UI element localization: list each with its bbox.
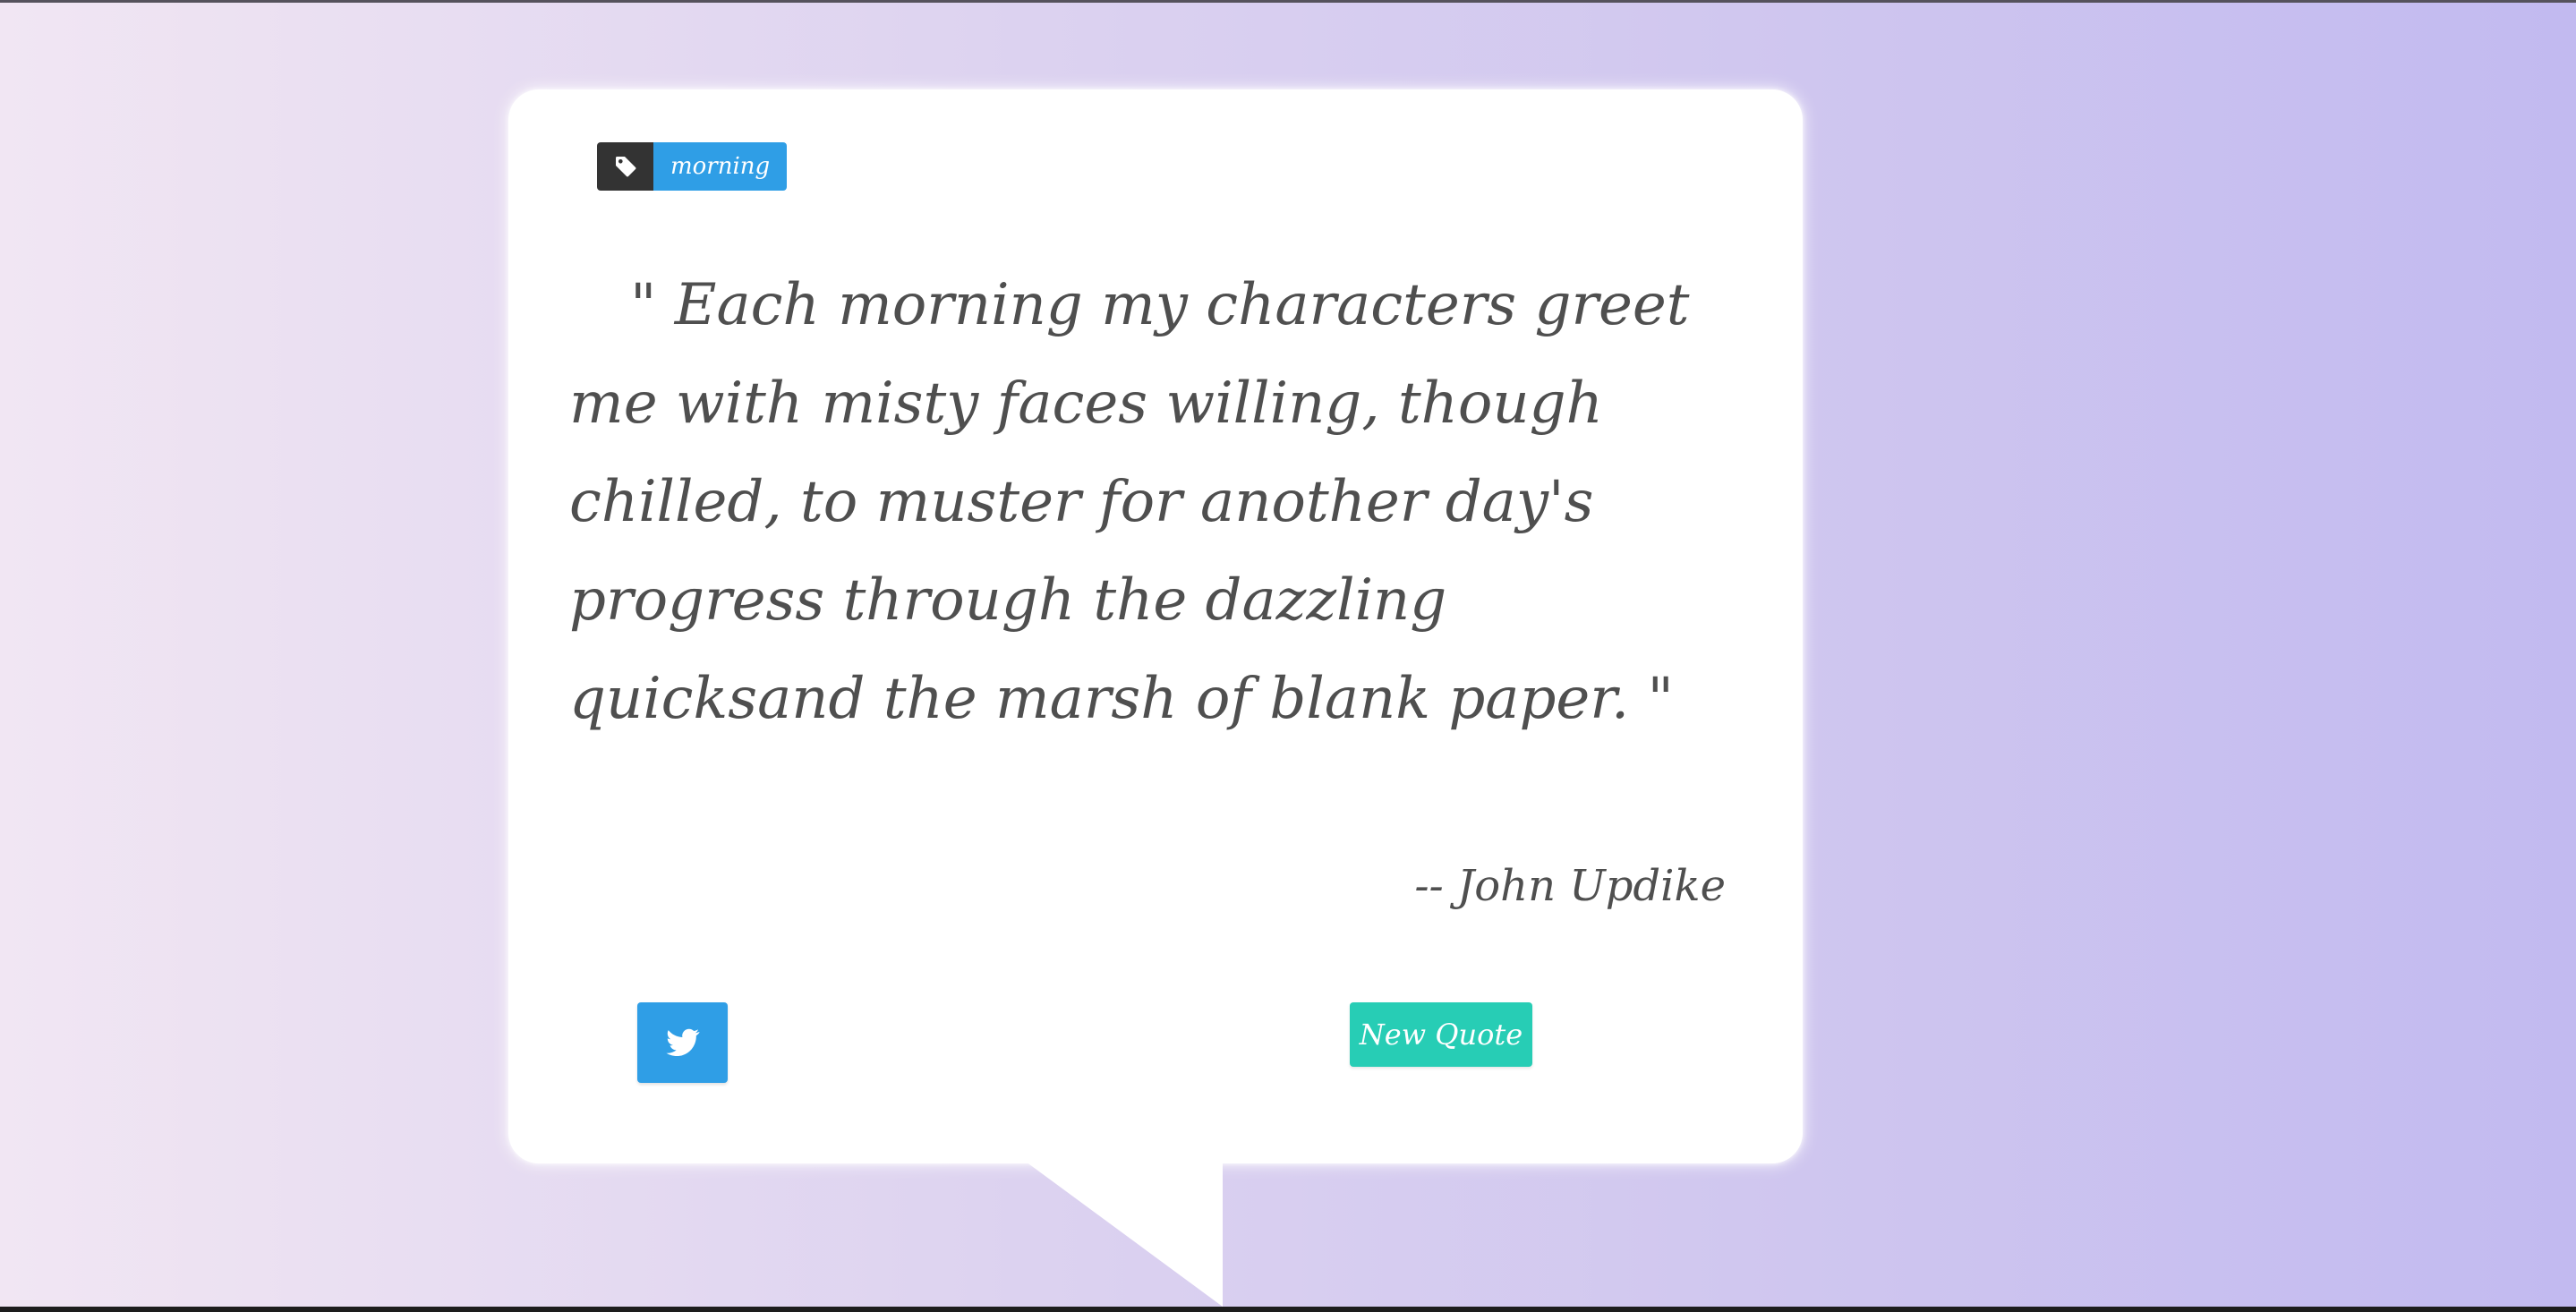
- quote-tag[interactable]: morning: [597, 142, 788, 191]
- window-top-border: [0, 0, 2576, 3]
- twitter-icon: [665, 1028, 700, 1056]
- quote-card: morning " Each morning my characters gre…: [508, 89, 1803, 1163]
- tag-label: morning: [653, 142, 788, 191]
- tweet-button[interactable]: [637, 1002, 728, 1083]
- quote-text: " Each morning my characters greet me wi…: [569, 272, 1690, 732]
- tag-icon: [597, 142, 653, 191]
- window-bottom-border: [0, 1307, 2576, 1312]
- quote-author: -- John Updike: [1414, 861, 1726, 911]
- new-quote-button[interactable]: New Quote: [1350, 1002, 1532, 1067]
- speech-bubble-tail: [1026, 1162, 1223, 1307]
